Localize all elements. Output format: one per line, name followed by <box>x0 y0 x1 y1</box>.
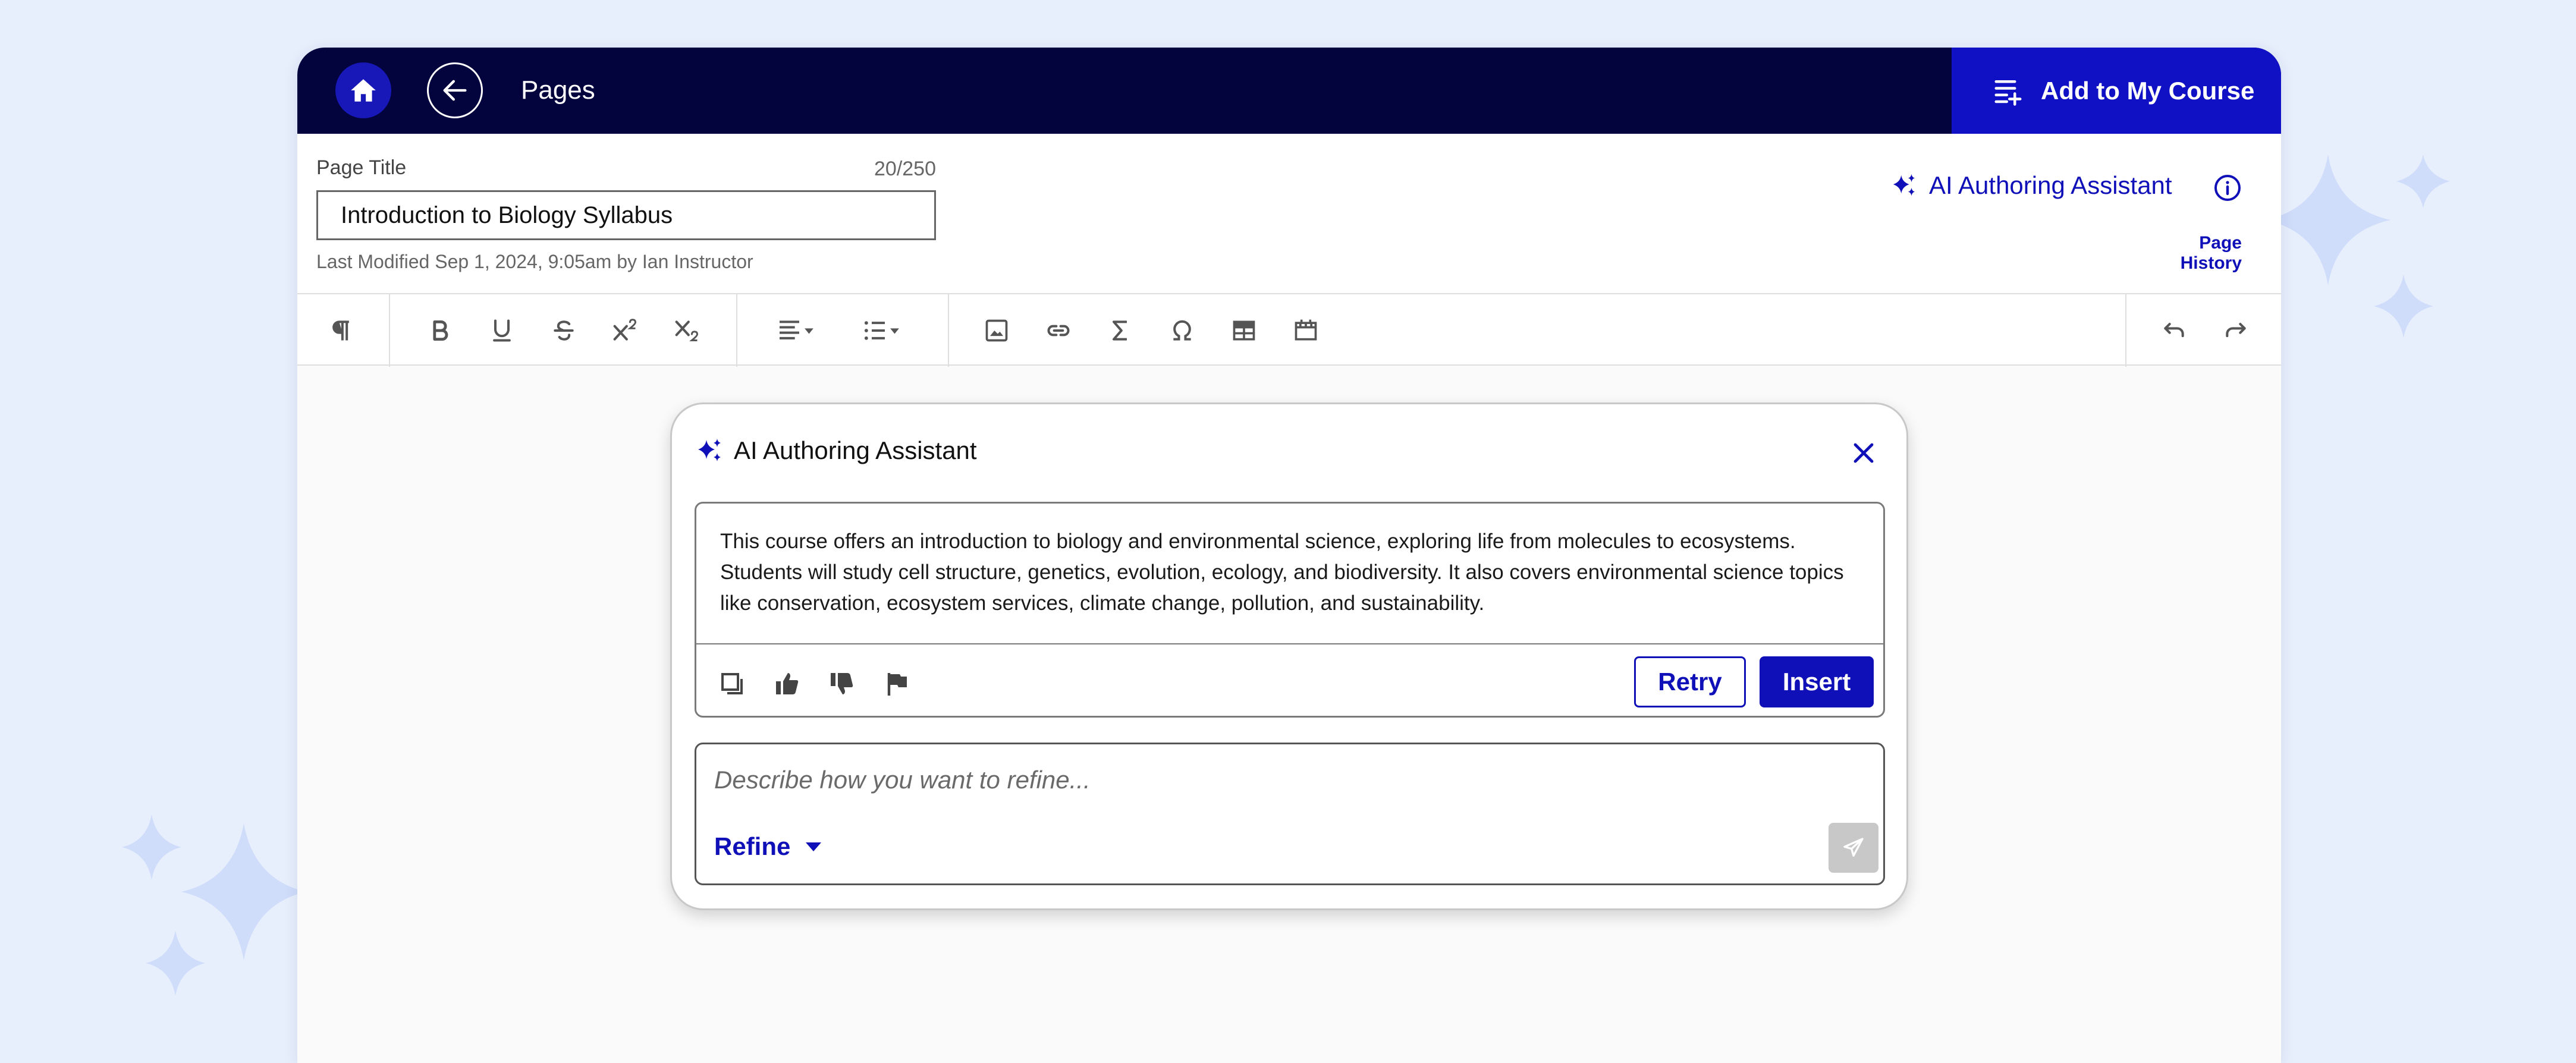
bold-icon <box>433 320 448 341</box>
strikethrough-icon <box>554 320 574 341</box>
home-button[interactable] <box>335 62 391 118</box>
sparkle-icon <box>1893 174 1915 196</box>
pages-editor-window: Pages Add to My Course Page Title 20/250… <box>297 48 2281 1063</box>
arrow-left-icon <box>443 80 467 101</box>
insert-table-button[interactable] <box>1226 313 1262 348</box>
assistant-panel-header: AI Authoring Assistant <box>696 436 977 465</box>
refine-dropdown-label: Refine <box>714 832 791 860</box>
redo-button[interactable] <box>2218 313 2254 348</box>
insert-equation-button[interactable] <box>1102 313 1138 348</box>
subscript-icon <box>675 320 698 341</box>
media-icon <box>1295 319 1317 341</box>
ai-assistant-panel: AI Authoring Assistant This course offer… <box>670 402 1908 910</box>
thumbs-up-icon[interactable] <box>772 669 801 698</box>
image-icon <box>985 319 1008 342</box>
omega-icon <box>1173 320 1191 341</box>
close-icon[interactable] <box>1849 439 1878 467</box>
add-to-course-button[interactable]: Add to My Course <box>1952 48 2281 134</box>
assistant-response-box: This course offers an introduction to bi… <box>695 502 1885 718</box>
send-button[interactable] <box>1829 823 1878 873</box>
table-icon <box>1233 320 1255 341</box>
caret-down-icon <box>806 842 822 851</box>
assistant-response-text: This course offers an introduction to bi… <box>720 530 1844 615</box>
page-title-input[interactable]: Introduction to Biology Syllabus <box>316 190 936 240</box>
insert-button[interactable]: Insert <box>1760 656 1874 707</box>
back-button[interactable] <box>427 62 483 118</box>
insert-link-button[interactable] <box>1041 313 1076 348</box>
toolbar-divider <box>389 294 390 367</box>
playlist-add-icon <box>1994 80 2022 106</box>
toolbar-divider <box>948 294 949 367</box>
info-icon[interactable] <box>2213 174 2242 202</box>
toolbar-divider <box>2125 294 2126 367</box>
editor-toolbar <box>297 293 2281 367</box>
undo-button[interactable] <box>2156 313 2192 348</box>
bullet-list-icon <box>864 321 899 340</box>
superscript-icon <box>613 319 636 341</box>
send-icon <box>1843 838 1864 857</box>
sparkle-decoration-left <box>122 814 306 996</box>
align-dropdown-button[interactable] <box>771 313 828 348</box>
page-title: Pages <box>521 76 595 105</box>
page-history-link[interactable]: Page History <box>2135 233 2242 273</box>
response-divider <box>696 643 1883 644</box>
sparkle-icon <box>698 439 721 461</box>
title-char-count: 20/250 <box>874 158 936 180</box>
underline-button[interactable] <box>484 313 520 348</box>
sigma-icon <box>1112 320 1127 341</box>
paragraph-icon <box>332 320 349 341</box>
ai-assistant-label: AI Authoring Assistant <box>1929 171 2172 199</box>
retry-button[interactable]: Retry <box>1634 656 1746 707</box>
last-modified-text: Last Modified Sep 1, 2024, 9:05am by Ian… <box>316 251 753 272</box>
list-dropdown-button[interactable] <box>856 313 913 348</box>
home-icon <box>351 79 376 102</box>
undo-icon <box>2164 322 2184 338</box>
refine-input[interactable] <box>713 761 1783 799</box>
bold-button[interactable] <box>422 313 458 348</box>
flag-icon[interactable] <box>883 669 912 698</box>
ai-assistant-button[interactable]: AI Authoring Assistant <box>1891 171 2172 200</box>
paragraph-button[interactable] <box>323 313 359 348</box>
add-to-course-label: Add to My Course <box>2041 76 2255 105</box>
strikethrough-button[interactable] <box>546 313 582 348</box>
insert-symbol-button[interactable] <box>1164 313 1200 348</box>
refine-dropdown[interactable]: Refine <box>714 832 822 861</box>
copy-icon[interactable] <box>718 669 746 698</box>
assistant-panel-title: AI Authoring Assistant <box>734 436 977 464</box>
sparkle-decoration-right <box>2272 155 2450 338</box>
toolbar-divider <box>736 294 737 367</box>
align-left-icon <box>780 320 813 339</box>
insert-image-button[interactable] <box>979 313 1014 348</box>
title-field-label: Page Title <box>316 156 407 179</box>
superscript-button[interactable] <box>608 313 643 348</box>
thumbs-down-icon[interactable] <box>827 669 856 698</box>
underline-icon <box>493 319 511 342</box>
subscript-button[interactable] <box>670 313 705 348</box>
refine-box: Refine <box>695 743 1885 885</box>
redo-icon <box>2226 322 2246 338</box>
link-icon <box>1047 325 1070 336</box>
insert-media-button[interactable] <box>1288 313 1324 348</box>
top-bar: Pages Add to My Course <box>297 48 2281 134</box>
